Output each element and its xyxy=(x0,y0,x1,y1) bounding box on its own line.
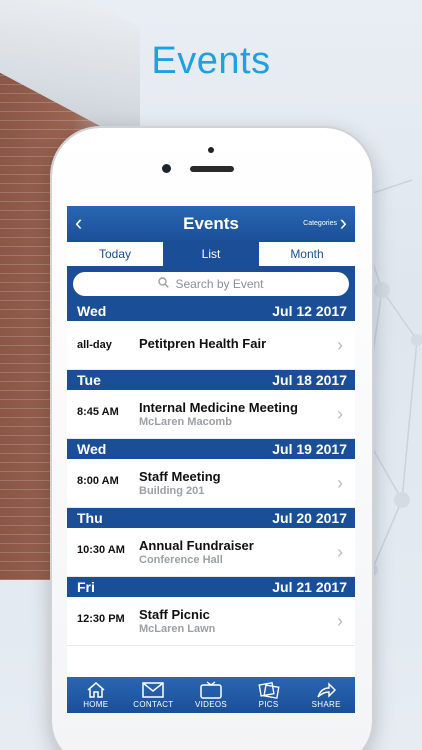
categories-button[interactable]: Categories xyxy=(303,220,337,227)
day-name: Wed xyxy=(77,303,107,319)
chevron-right-icon: › xyxy=(337,335,343,355)
navbar: ‹ Events Categories › xyxy=(67,206,355,242)
event-name: Internal Medicine Meeting xyxy=(139,400,298,415)
day-date: Jul 12 2017 xyxy=(272,303,347,319)
day-header: Wed Jul 12 2017 xyxy=(67,301,355,321)
event-time: 8:00 AM xyxy=(77,475,119,487)
event-time: 8:45 AM xyxy=(77,406,119,418)
app-screen: ‹ Events Categories › Today List Month S… xyxy=(67,206,355,713)
tab-share[interactable]: SHARE xyxy=(297,677,355,713)
search-icon xyxy=(158,273,170,297)
event-row[interactable]: 8:00 AM Staff Meeting Building 201 › xyxy=(67,459,355,508)
chevron-right-icon: › xyxy=(337,542,343,562)
day-date: Jul 21 2017 xyxy=(272,579,347,595)
tab-bar: HOME CONTACT VIDEOS PICS SHARE xyxy=(67,677,355,713)
day-header: Fri Jul 21 2017 xyxy=(67,577,355,597)
event-row[interactable]: all-day Petitpren Health Fair › xyxy=(67,321,355,370)
tab-label: VIDEOS xyxy=(194,700,227,709)
tab-label: CONTACT xyxy=(133,700,174,709)
search-placeholder: Search by Event xyxy=(175,277,264,291)
day-date: Jul 18 2017 xyxy=(272,372,347,388)
event-row[interactable]: 12:30 PM Staff Picnic McLaren Lawn › xyxy=(67,597,355,646)
promo-title: Events xyxy=(151,40,271,82)
event-location: Conference Hall xyxy=(139,554,223,566)
tab-contact[interactable]: CONTACT xyxy=(125,677,183,713)
event-time: 10:30 AM xyxy=(77,544,125,556)
tab-label: SHARE xyxy=(311,700,341,709)
event-name: Staff Picnic xyxy=(139,607,210,622)
event-name: Annual Fundraiser xyxy=(139,538,254,553)
tab-label: PICS xyxy=(258,700,279,709)
event-location: McLaren Macomb xyxy=(139,416,232,428)
chevron-right-icon: › xyxy=(337,404,343,424)
view-segmented-control: Today List Month xyxy=(67,242,355,267)
phone-camera xyxy=(162,164,171,173)
segment-month[interactable]: Month xyxy=(259,242,355,266)
day-name: Tue xyxy=(77,372,101,388)
tv-icon xyxy=(182,680,240,700)
chevron-right-icon[interactable]: › xyxy=(340,212,347,234)
event-list: Wed Jul 12 2017 all-day Petitpren Health… xyxy=(67,301,355,646)
chevron-right-icon: › xyxy=(337,611,343,631)
day-header: Thu Jul 20 2017 xyxy=(67,508,355,528)
tab-pics[interactable]: PICS xyxy=(240,677,298,713)
tab-home[interactable]: HOME xyxy=(67,677,125,713)
photos-icon xyxy=(240,680,298,700)
day-name: Thu xyxy=(77,510,103,526)
search-input[interactable]: Search by Event xyxy=(73,272,349,296)
tab-videos[interactable]: VIDEOS xyxy=(182,677,240,713)
event-name: Petitpren Health Fair xyxy=(139,336,267,351)
envelope-icon xyxy=(125,680,183,700)
event-row[interactable]: 8:45 AM Internal Medicine Meeting McLare… xyxy=(67,390,355,439)
day-name: Wed xyxy=(77,441,107,457)
phone-speaker xyxy=(190,166,234,172)
tab-label: HOME xyxy=(83,700,109,709)
segment-list[interactable]: List xyxy=(163,242,259,266)
home-icon xyxy=(67,680,125,700)
day-header: Wed Jul 19 2017 xyxy=(67,439,355,459)
chevron-right-icon: › xyxy=(337,473,343,493)
search-bar: Search by Event xyxy=(67,267,355,301)
day-date: Jul 20 2017 xyxy=(272,510,347,526)
phone-sensor xyxy=(208,147,214,153)
day-name: Fri xyxy=(77,579,95,595)
event-name: Staff Meeting xyxy=(139,469,221,484)
event-time: all-day xyxy=(77,339,112,351)
share-icon xyxy=(297,680,355,700)
day-header: Tue Jul 18 2017 xyxy=(67,370,355,390)
segment-today[interactable]: Today xyxy=(67,242,163,266)
event-time: 12:30 PM xyxy=(77,613,125,625)
event-location: Building 201 xyxy=(139,485,205,497)
event-location: McLaren Lawn xyxy=(139,623,216,635)
event-row[interactable]: 10:30 AM Annual Fundraiser Conference Ha… xyxy=(67,528,355,577)
day-date: Jul 19 2017 xyxy=(272,441,347,457)
